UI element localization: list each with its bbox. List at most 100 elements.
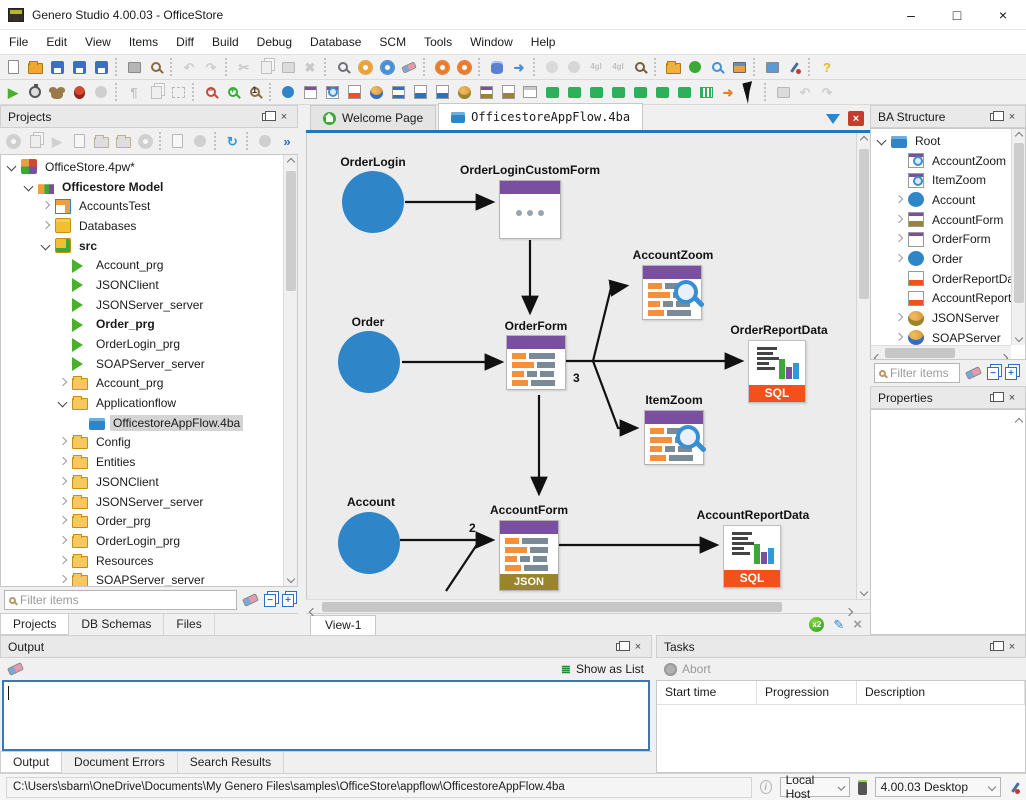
diagram-vscrollbar[interactable] [856,133,870,599]
expander-closed-icon[interactable] [892,311,906,325]
node-accountzoom[interactable] [642,265,702,320]
project-item-src[interactable]: src [1,236,283,256]
expander-closed-icon[interactable] [56,475,70,489]
node-account[interactable] [338,512,400,574]
close-button[interactable]: × [980,0,1026,29]
add-json-globe-icon[interactable] [453,82,475,103]
menu-edit[interactable]: Edit [37,31,76,53]
menu-debug[interactable]: Debug [248,31,301,53]
projects-filter-input[interactable] [20,593,232,607]
add-program-icon[interactable] [277,82,299,103]
zoom-in-icon[interactable] [222,82,244,103]
node-orderform[interactable] [506,335,566,390]
add-soap-globe-icon[interactable] [365,82,387,103]
vertical-splitter-left[interactable] [298,105,306,635]
tasks-column-progression[interactable]: Progression [757,681,857,704]
properties-float-button[interactable] [985,390,1003,406]
clear-output-icon[interactable] [7,662,24,676]
expander-closed-icon[interactable] [56,435,70,449]
expander-closed-icon[interactable] [39,219,53,233]
zoom-100-icon[interactable] [244,82,266,103]
panel-tab-files[interactable]: Files [164,614,214,635]
ba-item-orderform[interactable]: OrderForm [871,229,1011,249]
project-item-order-prg[interactable]: Order_prg [1,511,283,531]
close-view-icon[interactable]: × [853,616,862,633]
save-as-icon[interactable] [68,57,90,78]
debug-icon[interactable] [68,82,90,103]
print-icon[interactable] [123,57,145,78]
ba-filter-box[interactable] [874,363,960,383]
expander-closed-icon[interactable] [892,252,906,266]
ba-item-account[interactable]: Account [871,190,1011,210]
device-icon[interactable] [858,780,866,795]
db-run-icon[interactable]: ➜ [508,57,530,78]
menu-items[interactable]: Items [120,31,167,53]
project-item-account-prg[interactable]: Account_prg [1,374,283,394]
panel-tab-projects[interactable]: Projects [0,614,69,635]
expander-closed-icon[interactable] [56,514,70,528]
run-icon[interactable]: ▶ [2,82,24,103]
save-icon[interactable] [46,57,68,78]
node-orderlogin[interactable] [342,171,404,233]
ba-item-itemzoom[interactable]: ItemZoom [871,170,1011,190]
node-accountreportdata[interactable]: SQL [723,525,781,588]
node-orderreportdata[interactable]: SQL [748,340,806,403]
task-list-icon[interactable] [761,57,783,78]
output-text-area[interactable] [2,680,650,751]
add-image-icon[interactable] [563,82,585,103]
project-item-orderlogin-prg[interactable]: OrderLogin_prg [1,531,283,551]
add-form-icon[interactable] [299,82,321,103]
output-float-button[interactable] [611,639,629,655]
menu-window[interactable]: Window [461,31,522,53]
build-all-icon[interactable] [376,57,398,78]
ba-item-accountreportdata[interactable]: AccountReportData [871,289,1011,309]
menu-build[interactable]: Build [203,31,248,53]
project-item-jsonserver-server[interactable]: JSONServer_server [1,295,283,315]
add-json-report-icon[interactable] [497,82,519,103]
db-import-icon[interactable] [486,57,508,78]
welcome-home-icon[interactable] [684,57,706,78]
expander-closed-icon[interactable] [39,199,53,213]
projects-float-button[interactable] [257,109,275,125]
panel-tab-db-schemas[interactable]: DB Schemas [69,614,164,635]
host-select[interactable]: Local Host [780,777,851,797]
expand-all-icon[interactable]: + [1005,367,1017,380]
projects-tree-scrollbar[interactable] [283,155,297,586]
expander-open-icon[interactable] [56,396,70,410]
output-close-button[interactable]: × [629,639,647,655]
expander-open-icon[interactable] [5,160,19,174]
add-barcode-icon[interactable] [695,82,717,103]
maximize-button[interactable]: □ [934,0,980,29]
diagram-view-icon[interactable] [728,57,750,78]
menu-tools[interactable]: Tools [415,31,461,53]
clean-icon[interactable] [398,57,420,78]
build-icon[interactable] [354,57,376,78]
node-orderlogincustomform[interactable] [499,180,561,239]
add-contact-icon[interactable] [651,82,673,103]
clear-filter-icon[interactable] [965,366,982,380]
abort-button[interactable]: Abort [682,662,711,676]
tasks-close-button[interactable]: × [1003,639,1021,655]
project-item-jsonserver-server[interactable]: JSONServer_server [1,492,283,512]
step-run-icon[interactable] [46,82,68,103]
diagram-canvas[interactable]: 3 2 OrderLoginOrderLoginCustomFormOrderO… [307,133,856,599]
project-item-databases[interactable]: Databases [1,216,283,236]
menu-scm[interactable]: SCM [370,31,415,53]
minimize-button[interactable]: – [888,0,934,29]
ba-tree-hscrollbar[interactable] [871,345,1011,359]
view-tab[interactable]: View-1 [310,615,376,635]
menu-help[interactable]: Help [522,31,565,53]
expander-closed-icon[interactable] [56,554,70,568]
file-browser-icon[interactable] [662,57,684,78]
project-item-jsonclient[interactable]: JSONClient [1,275,283,295]
expander-closed-icon[interactable] [56,376,70,390]
ba-filter-input[interactable] [890,366,955,380]
project-item-jsonclient[interactable]: JSONClient [1,472,283,492]
diagram-hscrollbar[interactable] [306,599,870,613]
zoom-out-icon[interactable] [200,82,222,103]
project-item-soapserver-server[interactable]: SOAPServer_server [1,570,283,586]
add-sql-report-icon[interactable] [343,82,365,103]
ba-item-soapserver[interactable]: SOAPServer [871,328,1011,345]
refresh-icon[interactable]: ↻ [221,131,243,152]
menu-database[interactable]: Database [301,31,370,53]
